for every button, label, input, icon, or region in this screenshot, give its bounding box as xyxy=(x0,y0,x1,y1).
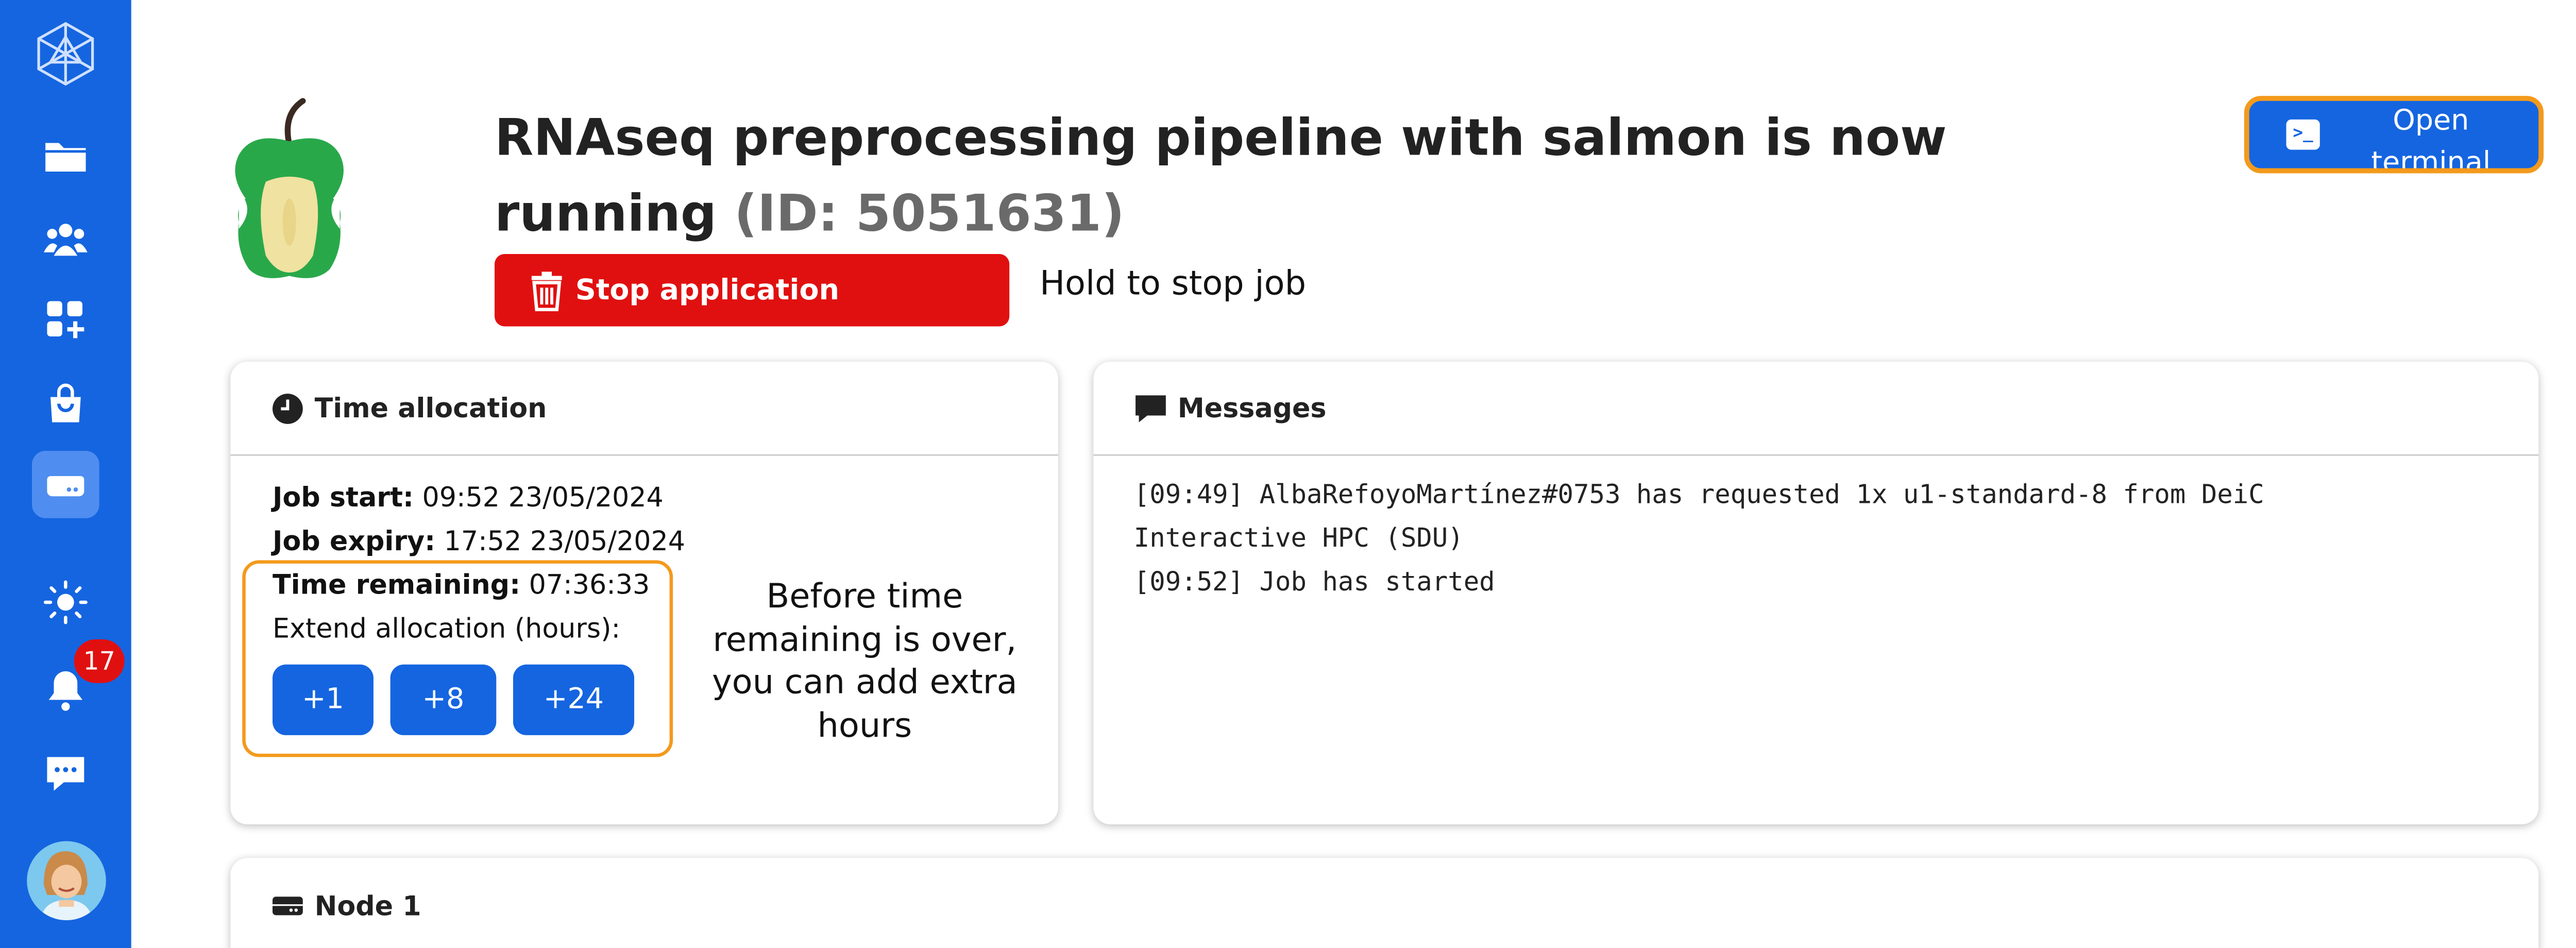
avatar[interactable] xyxy=(27,841,106,921)
resources-icon[interactable] xyxy=(32,451,99,518)
job-title: RNAseq preprocessing pipeline with salmo… xyxy=(494,109,1947,244)
theme-icon[interactable] xyxy=(32,569,99,636)
job-expiry-row: Job expiry: 17:52 23/05/2024 xyxy=(273,525,685,557)
hold-to-stop-hint: Hold to stop job xyxy=(1039,262,1307,303)
message-line: Interactive HPC (SDU) xyxy=(1133,523,1464,554)
terminal-icon: >_ xyxy=(2286,119,2320,150)
users-icon[interactable] xyxy=(32,205,99,273)
job-start-row: Job start: 09:52 23/05/2024 xyxy=(273,481,664,513)
trash-icon xyxy=(531,270,562,311)
shop-icon[interactable] xyxy=(32,370,99,437)
clock-icon xyxy=(272,393,303,424)
app-logo-apple-icon xyxy=(226,97,353,302)
files-icon[interactable] xyxy=(32,121,99,189)
stop-application-button[interactable]: Stop application xyxy=(494,254,1010,327)
job-expiry-value: 17:52 23/05/2024 xyxy=(444,524,685,557)
extend-24-hours-button[interactable]: +24 xyxy=(513,664,635,735)
messages-title: Messages xyxy=(1177,392,1327,424)
server-icon xyxy=(272,896,303,916)
notification-badge: 17 xyxy=(74,639,125,683)
job-start-label: Job start: xyxy=(272,481,414,513)
job-expiry-label: Job expiry: xyxy=(272,524,436,557)
page-title: RNAseq preprocessing pipeline with salmo… xyxy=(495,101,2160,252)
messages-header: Messages xyxy=(1093,362,2539,456)
node-card: Node 1 xyxy=(230,858,2539,948)
message-line: [09:49] AlbaRefoyoMartínez#0753 has requ… xyxy=(1133,479,2264,510)
job-id: (ID: 5051631) xyxy=(734,185,1125,244)
chat-icon[interactable] xyxy=(32,740,99,808)
sidebar: 17 xyxy=(0,0,131,948)
stop-application-label: Stop application xyxy=(575,273,840,307)
time-allocation-header: Time allocation xyxy=(230,362,1058,456)
extend-annotation: Before time remaining is over, you can a… xyxy=(711,575,1018,744)
time-allocation-title: Time allocation xyxy=(314,392,547,424)
extend-1-hour-button[interactable]: +1 xyxy=(272,664,374,735)
job-start-value: 09:52 23/05/2024 xyxy=(422,481,664,513)
speech-bubble-icon xyxy=(1136,394,1166,421)
logo-icon[interactable] xyxy=(32,20,99,88)
open-terminal-button[interactable]: >_ Open terminal xyxy=(2244,96,2544,174)
message-line: [09:52] Job has started xyxy=(1133,567,1495,598)
extend-8-hours-button[interactable]: +8 xyxy=(390,664,497,735)
node-title: Node 1 xyxy=(314,889,421,921)
node-header: Node 1 xyxy=(230,858,2538,948)
apps-icon[interactable] xyxy=(32,286,99,353)
open-terminal-label: Open terminal xyxy=(2371,104,2491,174)
